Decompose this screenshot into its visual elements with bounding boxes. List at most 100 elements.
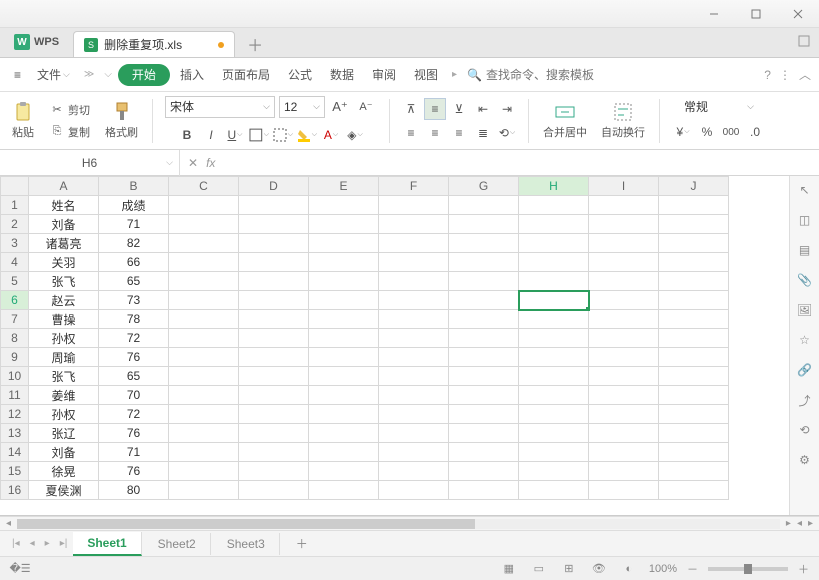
cell[interactable] bbox=[379, 462, 449, 481]
cell[interactable] bbox=[169, 291, 239, 310]
currency-button[interactable]: ¥ bbox=[672, 121, 694, 143]
cell[interactable] bbox=[589, 348, 659, 367]
cell[interactable] bbox=[519, 348, 589, 367]
cell[interactable] bbox=[589, 443, 659, 462]
cell[interactable] bbox=[519, 291, 589, 310]
cell[interactable] bbox=[519, 196, 589, 215]
cell[interactable] bbox=[519, 215, 589, 234]
cell[interactable]: 76 bbox=[99, 462, 169, 481]
column-header[interactable]: E bbox=[309, 177, 379, 196]
cell[interactable] bbox=[169, 386, 239, 405]
app-logo[interactable]: W WPS bbox=[4, 27, 69, 57]
page-view-icon[interactable]: ▭ bbox=[529, 561, 549, 577]
cell[interactable] bbox=[309, 329, 379, 348]
align-left-button[interactable]: ≡ bbox=[400, 122, 422, 144]
cell[interactable]: 72 bbox=[99, 405, 169, 424]
comma-button[interactable]: 000 bbox=[720, 121, 742, 143]
cell[interactable] bbox=[589, 215, 659, 234]
column-header[interactable]: C bbox=[169, 177, 239, 196]
tab-review[interactable]: 审阅 bbox=[364, 58, 404, 92]
cell[interactable]: 孙权 bbox=[29, 329, 99, 348]
column-header[interactable]: H bbox=[519, 177, 589, 196]
cell[interactable] bbox=[659, 386, 729, 405]
cell[interactable] bbox=[169, 424, 239, 443]
cell[interactable] bbox=[659, 253, 729, 272]
cell[interactable] bbox=[239, 253, 309, 272]
cell[interactable] bbox=[309, 462, 379, 481]
hamburger-menu-icon[interactable]: ≡ bbox=[8, 68, 27, 82]
add-sheet-button[interactable]: ＋ bbox=[282, 531, 322, 556]
cell[interactable] bbox=[379, 253, 449, 272]
cell[interactable] bbox=[659, 291, 729, 310]
tab-list-button[interactable] bbox=[797, 34, 811, 48]
select-tool-icon[interactable]: ◫ bbox=[797, 212, 813, 228]
cell[interactable] bbox=[519, 272, 589, 291]
cell[interactable]: 82 bbox=[99, 234, 169, 253]
maximize-button[interactable] bbox=[735, 0, 777, 28]
cell[interactable] bbox=[169, 272, 239, 291]
cell[interactable]: 成绩 bbox=[99, 196, 169, 215]
underline-button[interactable]: U bbox=[224, 124, 246, 146]
cell[interactable] bbox=[239, 367, 309, 386]
sheet-nav-first[interactable]: |◂ bbox=[8, 538, 24, 549]
cell[interactable] bbox=[169, 253, 239, 272]
cell[interactable] bbox=[379, 291, 449, 310]
fill-style-button[interactable] bbox=[272, 124, 294, 146]
cell[interactable] bbox=[169, 348, 239, 367]
cell[interactable] bbox=[589, 405, 659, 424]
file-menu[interactable]: 文件 bbox=[29, 58, 78, 92]
cell[interactable] bbox=[659, 196, 729, 215]
column-header[interactable]: A bbox=[29, 177, 99, 196]
cell[interactable] bbox=[449, 329, 519, 348]
cell[interactable] bbox=[659, 272, 729, 291]
cell[interactable] bbox=[309, 424, 379, 443]
format-painter-button[interactable]: 格式刷 bbox=[101, 99, 142, 142]
cell[interactable] bbox=[589, 424, 659, 443]
cell[interactable] bbox=[239, 329, 309, 348]
cell[interactable]: 曹操 bbox=[29, 310, 99, 329]
zoom-in-button[interactable]: ＋ bbox=[798, 561, 809, 577]
cell[interactable] bbox=[519, 234, 589, 253]
fill-color-button[interactable] bbox=[296, 124, 318, 146]
cell[interactable] bbox=[309, 405, 379, 424]
reading-layout-icon[interactable]: �☰ bbox=[10, 561, 30, 577]
more-icon[interactable]: ⋮ bbox=[779, 68, 791, 82]
cell[interactable] bbox=[239, 462, 309, 481]
cell[interactable]: 徐晃 bbox=[29, 462, 99, 481]
minimize-button[interactable] bbox=[693, 0, 735, 28]
collapse-ribbon-icon[interactable]: ︿ bbox=[799, 66, 811, 83]
cell[interactable] bbox=[519, 481, 589, 500]
row-header[interactable]: 7 bbox=[1, 310, 29, 329]
cell[interactable] bbox=[239, 310, 309, 329]
sheet-tab-1[interactable]: Sheet1 bbox=[73, 532, 141, 556]
cell[interactable] bbox=[659, 234, 729, 253]
cell[interactable] bbox=[589, 253, 659, 272]
increase-decimal-button[interactable]: .0 bbox=[744, 121, 766, 143]
indent-increase-button[interactable]: ⇥ bbox=[496, 98, 518, 120]
bold-button[interactable]: B bbox=[176, 124, 198, 146]
cell[interactable] bbox=[519, 253, 589, 272]
cell[interactable] bbox=[659, 329, 729, 348]
cell[interactable] bbox=[449, 424, 519, 443]
cell[interactable]: 65 bbox=[99, 272, 169, 291]
cell[interactable] bbox=[589, 329, 659, 348]
row-header[interactable]: 11 bbox=[1, 386, 29, 405]
command-search[interactable]: 🔍 bbox=[467, 68, 596, 82]
indent-decrease-button[interactable]: ⇤ bbox=[472, 98, 494, 120]
cell[interactable]: 孙权 bbox=[29, 405, 99, 424]
cell[interactable] bbox=[519, 329, 589, 348]
cell[interactable] bbox=[659, 215, 729, 234]
cell[interactable] bbox=[309, 196, 379, 215]
tab-view[interactable]: 视图 bbox=[406, 58, 446, 92]
cell[interactable] bbox=[379, 386, 449, 405]
cell[interactable] bbox=[169, 234, 239, 253]
row-header[interactable]: 3 bbox=[1, 234, 29, 253]
cell[interactable]: 刘备 bbox=[29, 443, 99, 462]
cell[interactable]: 周瑜 bbox=[29, 348, 99, 367]
cell[interactable] bbox=[519, 424, 589, 443]
cell[interactable] bbox=[309, 386, 379, 405]
paste-button[interactable]: 粘贴 bbox=[8, 99, 38, 142]
tab-formula[interactable]: 公式 bbox=[280, 58, 320, 92]
copy-button[interactable]: ⎘复制 bbox=[46, 122, 93, 142]
cell[interactable] bbox=[659, 405, 729, 424]
